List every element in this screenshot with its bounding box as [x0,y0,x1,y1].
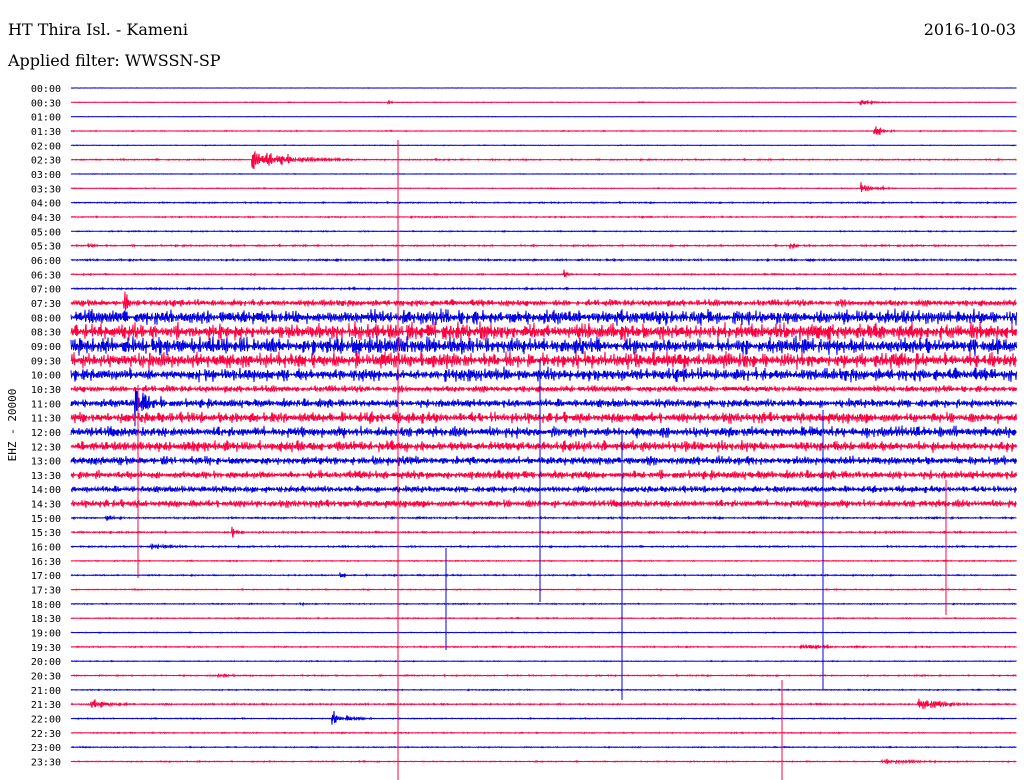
trace-1100 [70,389,1017,427]
trace-0030 [70,99,1017,106]
trace-0400 [70,200,1017,205]
trace-2330 [70,758,1017,765]
tick-label: 13:00 [31,457,61,468]
tick-label: 04:00 [31,199,61,210]
tick-label: 12:30 [31,442,61,453]
trace-1700 [70,572,1017,579]
trace-0930 [70,350,1017,371]
tick-label: 03:00 [31,170,61,181]
tick-label: 13:30 [31,471,61,482]
tick-label: 02:00 [31,141,61,152]
trace-1200 [70,425,1017,439]
tick-label: 12:00 [31,428,61,439]
tick-label: 18:00 [31,600,61,611]
tick-label: 11:30 [31,414,61,425]
trace-1530 [70,526,1017,538]
tick-label: 03:30 [31,184,61,195]
trace-0530 [70,242,1017,249]
trace-1730 [70,587,1017,592]
tick-label: 23:30 [31,758,61,769]
tick-label: 02:30 [31,156,61,167]
trace-0500 [71,229,1017,233]
trace-2300 [70,745,1017,749]
trace-0000 [70,87,1017,89]
trace-1300 [70,455,1017,467]
trace-2030 [70,672,1017,678]
trace-0300 [70,172,1017,176]
trace-1130 [70,411,1017,425]
helicorder-plot: 00:00 00:30 01:00 01:30 02:00 02:30 03:00 03:30… [6,84,1017,780]
trace-1600 [70,543,1017,550]
tick-label: 22:00 [31,715,61,726]
tick-label: 14:30 [31,500,61,511]
trace-0730 [70,291,1017,310]
tick-label: 14:00 [31,485,61,496]
tick-label: 10:00 [31,371,61,382]
trace-0130 [70,126,1017,136]
trace-1400 [70,484,1017,494]
trace-1930 [70,643,1017,650]
tick-label: 23:00 [31,743,61,754]
trace-2230 [70,731,1017,735]
tick-label: 21:30 [31,700,61,711]
tick-label: 20:30 [31,672,61,683]
tick-label: 05:30 [31,242,61,253]
trace-1800 [70,601,1017,608]
seismic-traces [70,87,1017,765]
trace-2100 [70,688,1017,692]
trace-0330 [70,182,1017,193]
time-tick-labels: 00:00 00:30 01:00 01:30 02:00 02:30 03:00 03:30… [31,84,61,769]
tick-label: 09:30 [31,356,61,367]
trace-1030 [70,384,1017,394]
trace-1630 [70,559,1017,563]
tick-label: 00:30 [31,98,61,109]
tick-label: 15:30 [31,528,61,539]
trace-2000 [70,659,1017,663]
tick-label: 01:00 [31,113,61,124]
tick-label: 16:00 [31,543,61,554]
trace-1500 [70,514,1017,521]
trace-2200 [70,710,1017,725]
tick-label: 08:30 [31,328,61,339]
trace-0900 [70,335,1017,357]
tick-label: 00:00 [31,84,61,95]
tick-label: 15:00 [31,514,61,525]
tick-label: 22:30 [31,729,61,740]
tick-label: 04:30 [31,213,61,224]
tick-label: 19:30 [31,643,61,654]
tick-label: 09:00 [31,342,61,353]
tick-label: 16:30 [31,557,61,568]
tick-label: 17:30 [31,586,61,597]
tick-label: 21:00 [31,686,61,697]
tick-label: 10:30 [31,385,61,396]
trace-0630 [70,269,1017,278]
trace-1900 [70,631,1017,634]
trace-0230 [70,151,1017,170]
trace-0200 [70,144,1017,147]
trace-0700 [70,286,1017,292]
trace-0100 [70,115,1017,118]
tick-label: 07:30 [31,299,61,310]
tick-label: 20:00 [31,657,61,668]
trace-1830 [70,616,1017,620]
tick-label: 11:00 [31,399,61,410]
tick-label: 06:00 [31,256,61,267]
trace-0800 [70,308,1017,326]
trace-0600 [70,257,1017,263]
trace-1430 [70,498,1017,509]
trace-1000 [70,366,1017,383]
channel-label: EHZ - 20000 [6,389,19,462]
tick-label: 19:00 [31,629,61,640]
trace-2130 [70,698,1017,709]
tick-label: 01:30 [31,127,61,138]
tick-label: 06:30 [31,270,61,281]
tick-label: 18:30 [31,614,61,625]
trace-1230 [70,439,1017,453]
trace-0430 [70,214,1017,219]
tick-label: 07:00 [31,285,61,296]
tick-label: 08:00 [31,313,61,324]
tick-label: 05:00 [31,227,61,238]
tick-label: 17:00 [31,571,61,582]
trace-1330 [70,469,1017,481]
